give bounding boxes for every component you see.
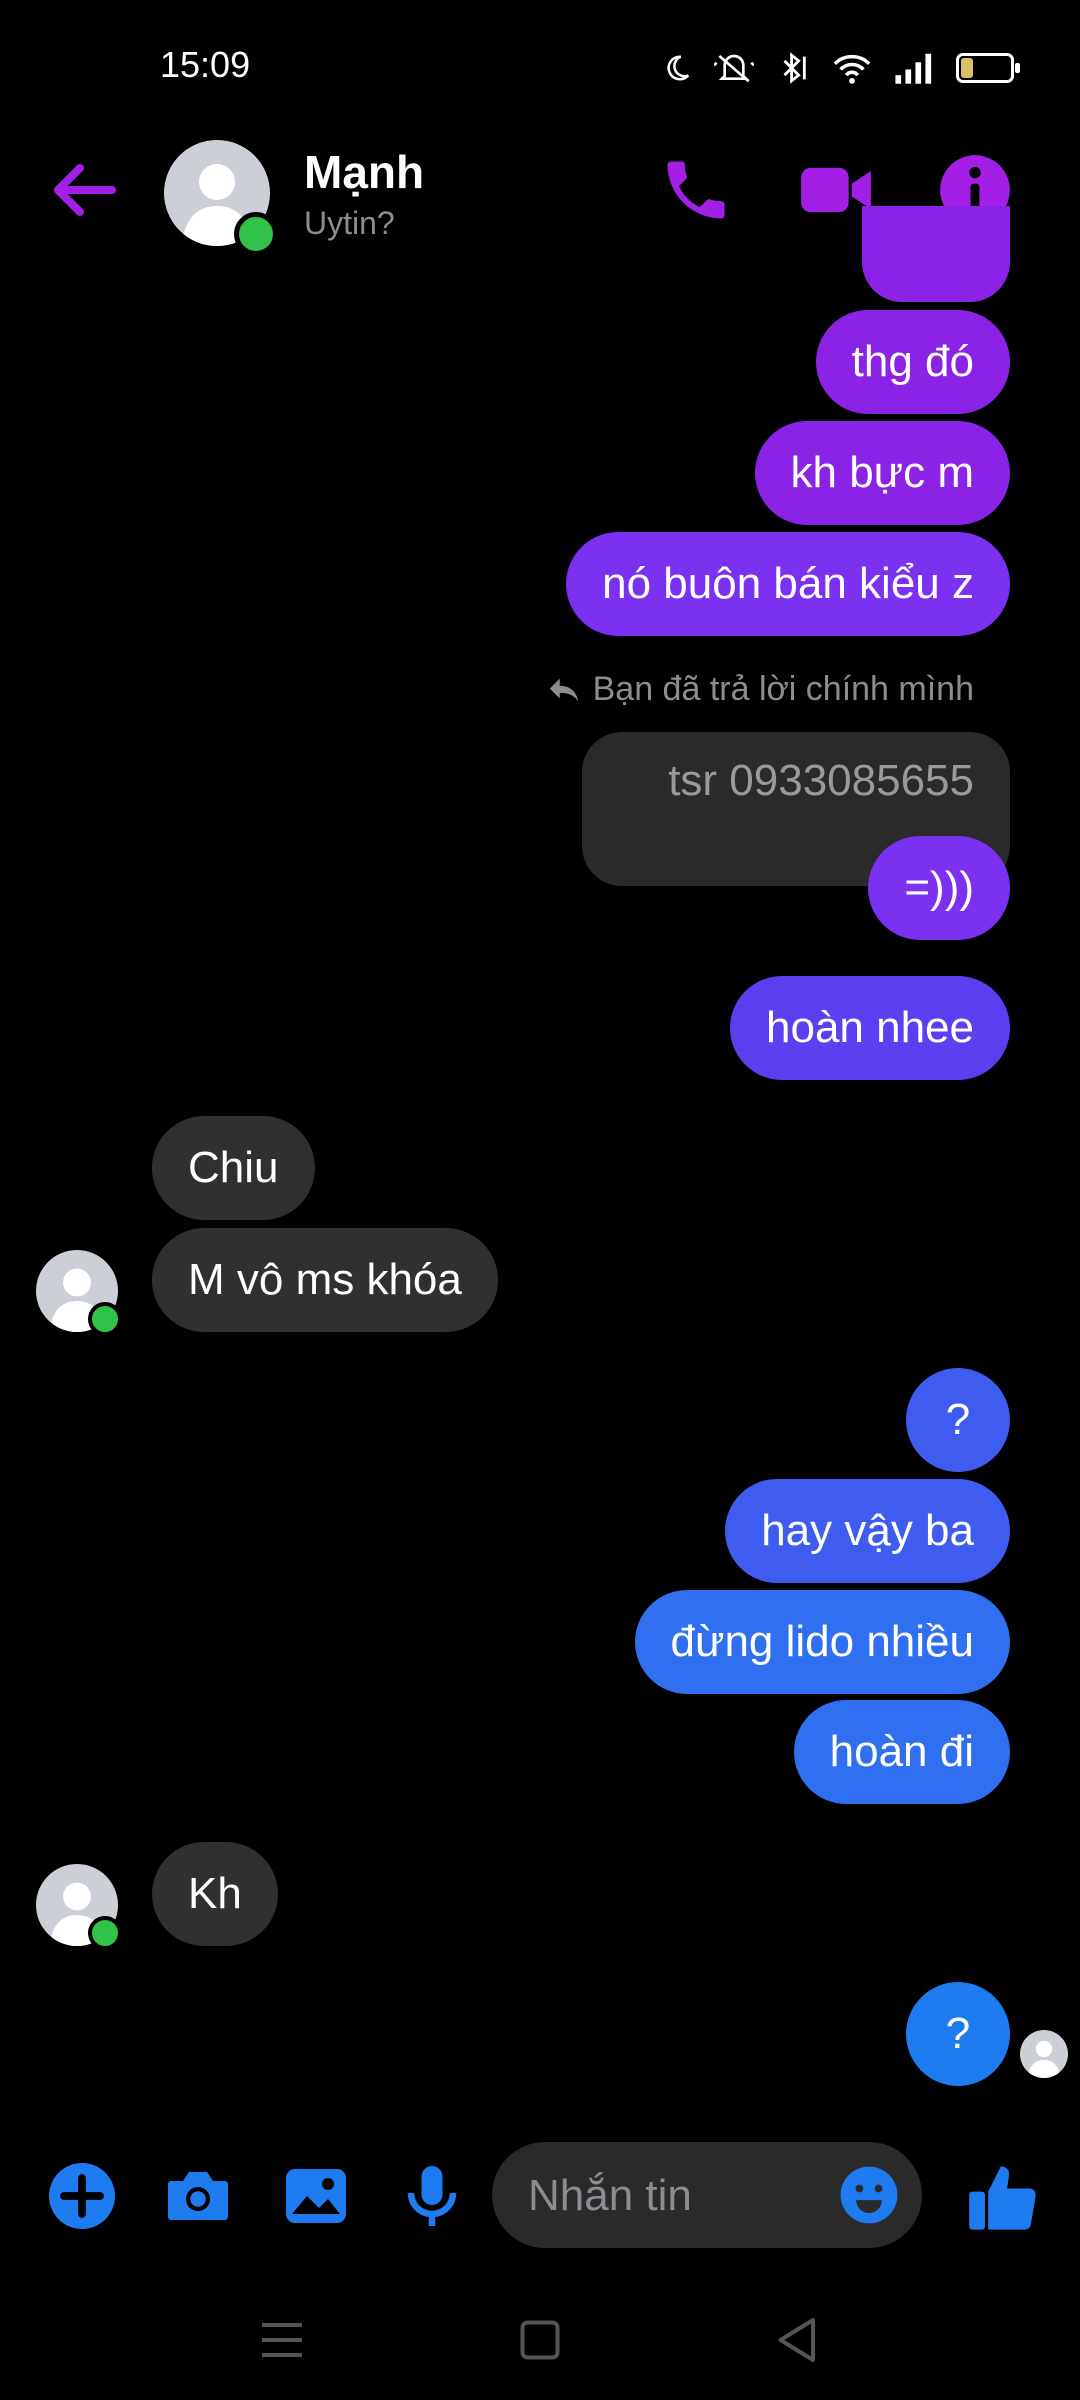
bluetooth-icon — [783, 52, 806, 84]
seen-avatar — [1020, 2030, 1068, 2078]
message-bubble-out[interactable]: thg đó — [815, 310, 1010, 414]
message-bubble-out[interactable]: =))) — [868, 836, 1010, 940]
mute-icon — [714, 54, 754, 83]
message-bubble-out[interactable]: ? — [906, 1982, 1010, 2086]
camera-icon[interactable] — [162, 2160, 234, 2232]
message-bubble-out[interactable]: hoàn nhee — [730, 976, 1010, 1080]
contact-subtitle: Uytin? — [304, 205, 395, 241]
like-icon[interactable] — [966, 2160, 1042, 2236]
message-composer[interactable] — [492, 2142, 922, 2250]
contact-name[interactable]: Mạnh — [304, 145, 424, 199]
status-time: 15:09 — [160, 44, 251, 85]
back-icon[interactable] — [768, 2310, 828, 2370]
online-indicator — [88, 1302, 122, 1336]
message-bubble-out[interactable]: nó buôn bán kiểu z — [566, 532, 1010, 636]
home-icon[interactable] — [510, 2310, 570, 2370]
battery-fill — [961, 58, 974, 78]
plus-icon[interactable] — [46, 2160, 118, 2232]
message-bubble-partial[interactable] — [862, 206, 1010, 302]
battery-icon: 26 — [956, 53, 1020, 83]
reply-hint-text: Bạn đã trả lời chính mình — [592, 670, 974, 708]
phone-icon[interactable] — [658, 152, 734, 228]
message-bubble-out[interactable]: hay vậy ba — [725, 1479, 1010, 1583]
message-bubble-in[interactable]: Chiu — [152, 1116, 315, 1220]
status-icons: 26 — [662, 48, 1020, 88]
menu-icon[interactable] — [252, 2310, 312, 2370]
reply-hint: Bạn đã trả lời chính mình — [547, 670, 974, 709]
wifi-icon — [833, 54, 871, 84]
message-bubble-out[interactable]: đừng lido nhiều — [634, 1590, 1010, 1694]
online-indicator — [234, 212, 278, 256]
back-arrow-icon[interactable] — [44, 150, 124, 230]
message-bubble-out[interactable]: hoàn đi — [793, 1700, 1010, 1804]
moon-icon — [667, 55, 690, 81]
mic-icon[interactable] — [396, 2160, 468, 2232]
emoji-icon[interactable] — [838, 2164, 900, 2226]
message-bubble-in[interactable]: Kh — [152, 1842, 278, 1946]
online-indicator — [88, 1916, 122, 1950]
message-input[interactable] — [526, 2142, 830, 2250]
battery-text: 26 — [974, 57, 996, 78]
reply-icon — [549, 678, 578, 701]
message-bubble-out[interactable]: ? — [906, 1368, 1010, 1472]
gallery-icon[interactable] — [280, 2160, 352, 2232]
signal-icon — [895, 53, 932, 84]
message-bubble-in[interactable]: M vô ms khóa — [152, 1228, 498, 1332]
message-bubble-out[interactable]: kh bực m — [754, 421, 1010, 525]
